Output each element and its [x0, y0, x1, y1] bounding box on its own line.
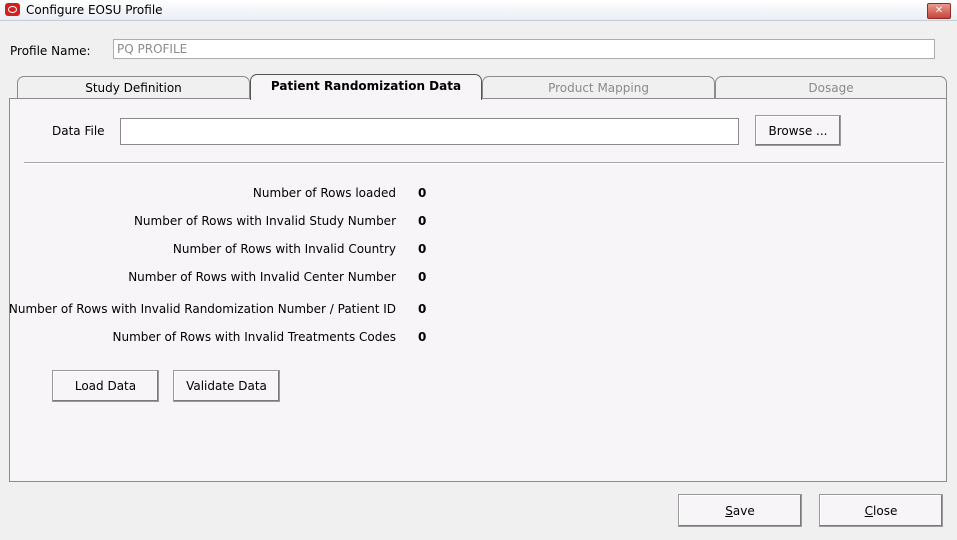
profile-name-label: Profile Name:: [10, 44, 91, 58]
tab-label: Study Definition: [85, 81, 182, 95]
save-button[interactable]: Save: [678, 494, 802, 527]
close-button[interactable]: Close: [819, 494, 943, 527]
tab-dosage[interactable]: Dosage: [715, 76, 947, 98]
data-file-label: Data File: [52, 124, 105, 138]
tab-label: Product Mapping: [548, 81, 649, 95]
stat-value-invalid-study-number: 0: [418, 214, 427, 228]
save-mnemonic: S: [725, 503, 733, 518]
close-mnemonic: C: [864, 503, 874, 518]
stat-value-invalid-randomization-number: 0: [418, 302, 427, 316]
window-close-button[interactable]: ✕: [927, 3, 951, 19]
load-data-button[interactable]: Load Data: [52, 370, 159, 402]
stat-label-invalid-center-number: Number of Rows with Invalid Center Numbe…: [128, 270, 396, 284]
browse-button[interactable]: Browse ...: [755, 115, 841, 146]
stat-label-rows-loaded: Number of Rows loaded: [252, 186, 396, 200]
stat-label-invalid-country: Number of Rows with Invalid Country: [172, 242, 396, 256]
close-label-rest: lose: [873, 503, 898, 518]
stat-value-invalid-center-number: 0: [418, 270, 427, 284]
window-title: Configure EOSU Profile: [26, 3, 163, 17]
stat-label-invalid-treatment-codes: Number of Rows with Invalid Treatments C…: [112, 330, 397, 344]
stat-value-invalid-treatment-codes: 0: [418, 330, 427, 344]
oracle-logo-icon: [5, 3, 20, 16]
stat-value-invalid-country: 0: [418, 242, 427, 256]
validate-data-button[interactable]: Validate Data: [173, 370, 280, 402]
stat-value-rows-loaded: 0: [418, 186, 427, 200]
stat-label-invalid-randomization-number: Number of Rows with Invalid Randomizatio…: [8, 302, 396, 316]
tab-label: Dosage: [808, 81, 854, 95]
stat-label-invalid-study-number: Number of Rows with Invalid Study Number: [133, 214, 396, 228]
tab-study-definition[interactable]: Study Definition: [17, 76, 250, 98]
tab-product-mapping[interactable]: Product Mapping: [482, 76, 715, 98]
title-bar: Configure EOSU Profile ✕: [0, 0, 957, 21]
tab-panel: [9, 98, 947, 482]
tab-label: Patient Randomization Data: [270, 79, 462, 93]
tab-patient-randomization-data[interactable]: Patient Randomization Data: [250, 74, 482, 100]
profile-name-field[interactable]: [113, 39, 935, 59]
save-label-rest: ave: [732, 503, 755, 518]
data-file-input[interactable]: [120, 118, 739, 145]
separator: [24, 162, 944, 164]
